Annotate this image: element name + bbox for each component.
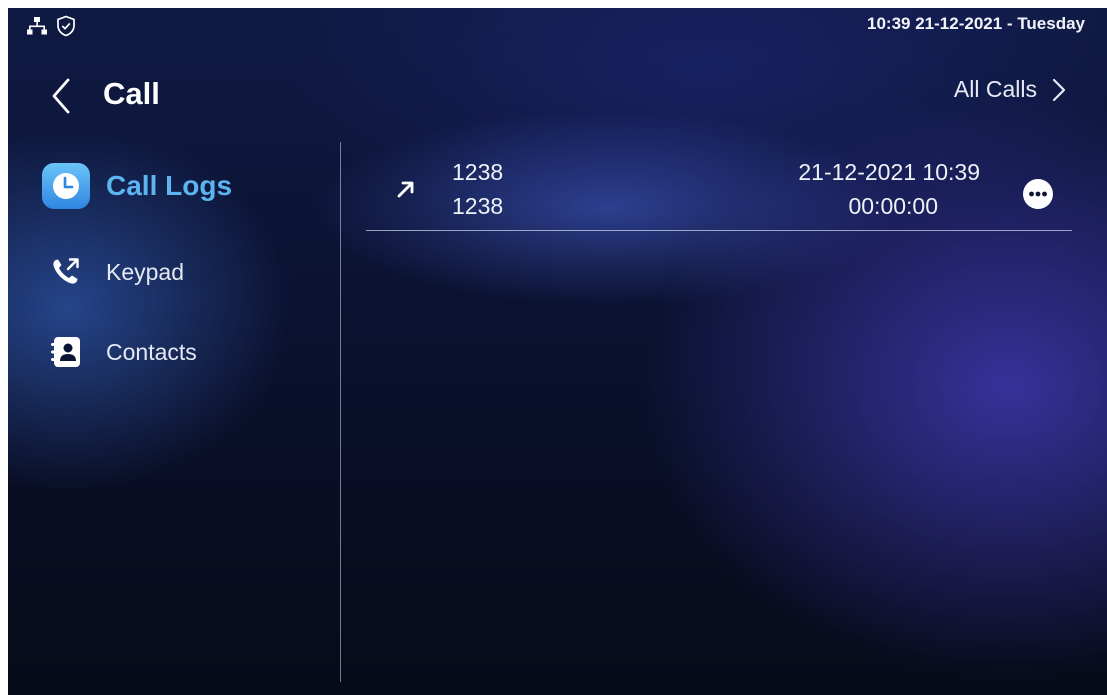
- sidebar-item-label: Keypad: [106, 258, 185, 285]
- call-log-number: 1238: [452, 193, 504, 219]
- network-icon: [26, 16, 48, 36]
- sidebar-item-label: Contacts: [106, 338, 197, 365]
- row-divider: [366, 230, 1072, 231]
- status-datetime: 10:39 21-12-2021 - Tuesday: [867, 14, 1085, 33]
- call-log-name: 1238: [452, 159, 504, 185]
- sidebar-item-keypad[interactable]: Keypad: [40, 248, 184, 296]
- chevron-left-icon: [52, 78, 70, 114]
- sidebar-divider: [340, 142, 341, 682]
- outgoing-arrow-icon: [397, 181, 414, 198]
- more-options-icon[interactable]: [1022, 178, 1054, 210]
- sidebar-item-contacts[interactable]: Contacts: [40, 328, 197, 376]
- call-log-duration: 00:00:00: [848, 193, 938, 219]
- contact-book-icon: [51, 337, 80, 367]
- call-log-datetime: 21-12-2021 10:39: [798, 159, 980, 185]
- chevron-right-icon: [1052, 78, 1066, 101]
- call-log-row[interactable]: 1238 1238 21-12-2021 10:39 00:00:00: [366, 142, 1072, 230]
- back-button[interactable]: [46, 74, 76, 118]
- page-title: Call: [103, 76, 160, 111]
- shield-check-icon: [56, 15, 76, 37]
- sidebar-item-call-logs[interactable]: Call Logs: [40, 162, 232, 210]
- sidebar-item-label: Call Logs: [106, 170, 233, 201]
- all-calls-filter[interactable]: All Calls: [954, 76, 1067, 103]
- all-calls-label: All Calls: [953, 76, 1037, 102]
- call-screen: 10:39 21-12-2021 - Tuesday Call All Call…: [8, 8, 1107, 695]
- clock-icon: [42, 163, 90, 209]
- phone-outgoing-icon: [53, 258, 79, 284]
